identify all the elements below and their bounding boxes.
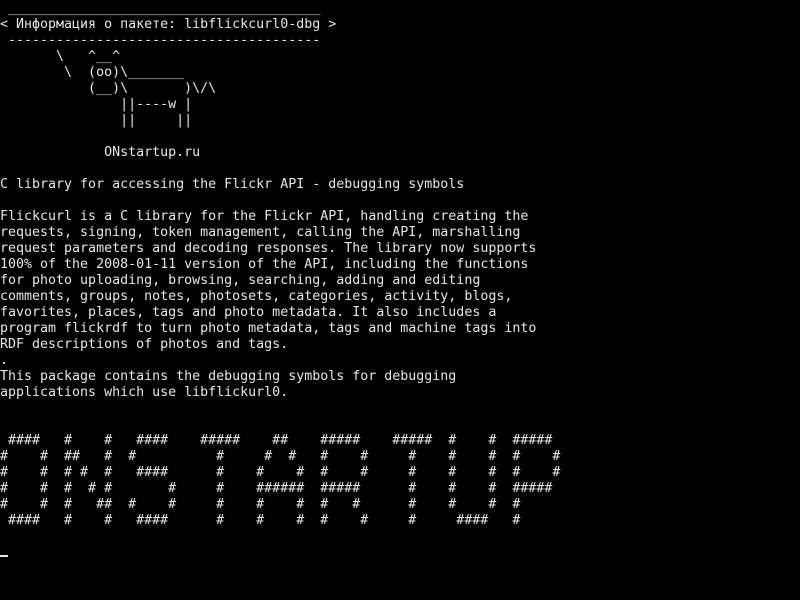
text-cursor[interactable] [0,555,8,557]
description-line: RDF descriptions of photos and tags. [0,337,289,352]
banner-line: # # # ## # # # # # # # # # # # [0,497,521,512]
terminal-screen: _______________________________________ <… [0,0,800,600]
description-line: request parameters and decoding response… [0,241,537,256]
package-summary: C library for accessing the Flickr API -… [0,177,464,193]
description-line: 100% of the 2008-01-11 version of the AP… [0,257,529,272]
description-line: for photo uploading, browsing, searching… [0,273,481,288]
banner-line: # # ## # # # # # # # # # # # # [0,449,561,464]
banner-line: #### # # #### ##### ## ##### ##### # # #… [0,433,553,448]
cowsay-art: _______________________________________ <… [0,1,336,161]
cowsay-line: --------------------------------------- [0,33,321,48]
onstartup-ascii-banner: #### # # #### ##### ## ##### ##### # # #… [0,433,560,529]
banner-line: # # # # # #### # # # # # # # # # # [0,465,561,480]
banner-line: #### # # #### # # # # # # #### # [0,513,521,528]
package-description: Flickcurl is a C library for the Flickr … [0,209,536,401]
description-line: program flickrdf to turn photo metadata,… [0,321,537,336]
cowsay-line: \ (oo)\_______ [0,65,185,80]
package-summary-text: C library for accessing the Flickr API -… [0,177,465,192]
description-line: comments, groups, notes, photosets, cate… [0,289,513,304]
cowsay-line: || || [0,113,193,128]
cowsay-speech-bubble: < Информация о пакете: libflickcurl0-dbg… [0,17,337,32]
site-signature: ONstartup.ru [0,145,201,160]
cowsay-line: (__)\ )\/\ [0,81,217,96]
description-line: . [0,353,9,368]
description-line: favorites, places, tags and photo metada… [0,305,497,320]
cowsay-line: _______________________________________ [0,1,321,16]
description-line: Flickcurl is a C library for the Flickr … [0,209,529,224]
cowsay-line: \ ^__^ [0,49,121,64]
cowsay-line: ||----w | [0,97,193,112]
description-line: applications which use libflickurl0. [0,385,289,400]
description-line: This package contains the debugging symb… [0,369,457,384]
banner-line: # # # # # # # ###### ##### # # # ##### [0,481,553,496]
cowsay-line [0,129,336,145]
description-line: requests, signing, token management, cal… [0,225,521,240]
